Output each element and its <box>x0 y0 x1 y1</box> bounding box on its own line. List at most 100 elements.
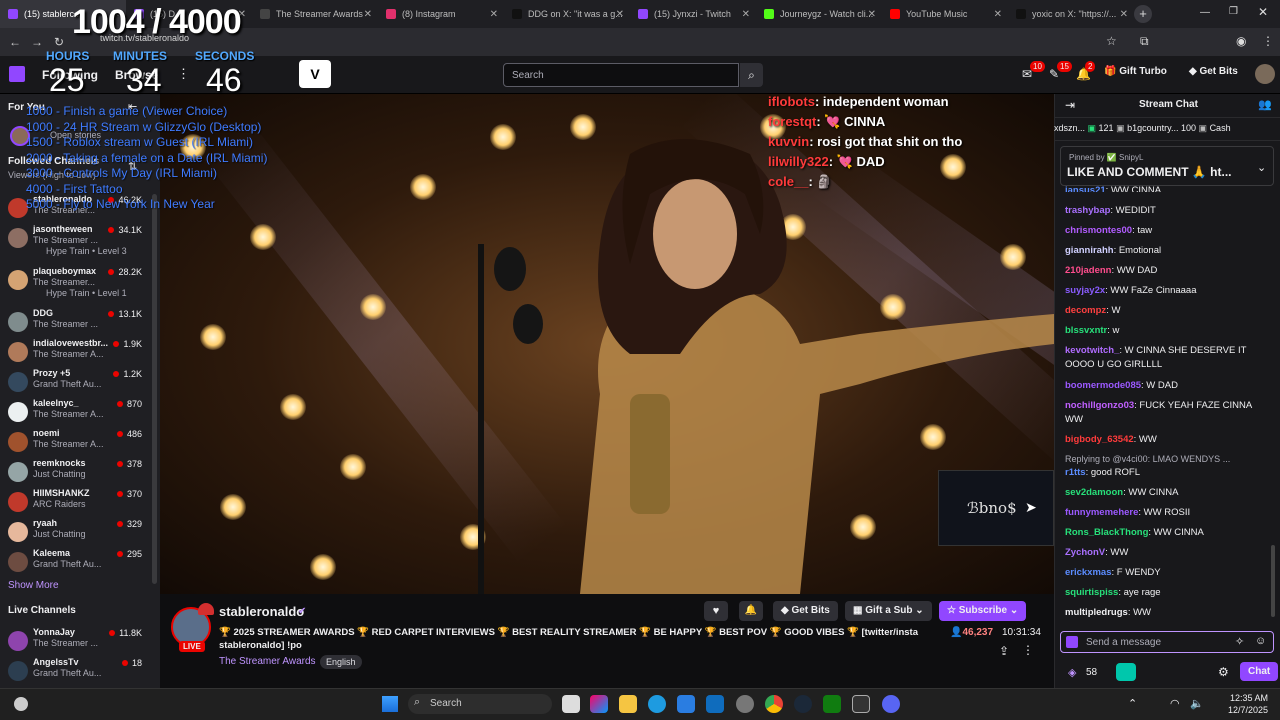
prime-crown-icon[interactable]: V <box>299 60 331 88</box>
browser-tab[interactable]: DDG on X: "it was a g... ✕ <box>504 0 630 28</box>
app-icon[interactable] <box>852 695 870 713</box>
tab-close-icon[interactable]: ✕ <box>364 9 372 20</box>
heart-follow-button[interactable]: ♥ <box>704 601 728 621</box>
taskview-icon[interactable] <box>562 695 580 713</box>
chat-username[interactable]: jansus21 <box>1065 185 1106 192</box>
chat-send-button[interactable]: Chat <box>1240 662 1279 681</box>
category-link[interactable]: The Streamer Awards <box>219 656 316 667</box>
chat-username[interactable]: erickxmas <box>1065 567 1111 578</box>
chrome-icon[interactable] <box>765 695 783 713</box>
taskbar-time[interactable]: 12:35 AM <box>1222 693 1268 703</box>
get-bits-top-button[interactable]: ◆ Get Bits <box>1189 66 1238 77</box>
window-maximize-icon[interactable]: ❐ <box>1229 6 1238 17</box>
chat-message[interactable]: bigbody_63542: WW <box>1065 433 1270 447</box>
chat-username[interactable]: r1tts <box>1065 467 1086 478</box>
file-explorer-icon[interactable] <box>619 695 637 713</box>
chat-input[interactable]: Send a message ✧ ☺ <box>1060 631 1274 653</box>
chat-message[interactable]: jansus21: WW CINNA <box>1065 184 1270 192</box>
search-input[interactable]: Search <box>503 63 739 87</box>
tab-close-icon[interactable]: ✕ <box>742 9 750 20</box>
chat-message[interactable]: decompz: W <box>1065 304 1270 318</box>
chat-message[interactable]: funnymemehere: WW ROSII <box>1065 506 1270 520</box>
chat-message[interactable]: boomermode085: W DAD <box>1065 379 1270 393</box>
sidebar-live-channel[interactable]: AngelssTv Grand Theft Au... 18 <box>0 657 150 687</box>
subscribe-button[interactable]: ☆ Subscribe ⌄ <box>939 601 1027 621</box>
streamer-name[interactable]: stableronaldo <box>219 604 304 619</box>
tab-close-icon[interactable]: ✕ <box>1120 9 1128 20</box>
tray-chevron-icon[interactable]: ⌃ <box>1128 697 1137 710</box>
show-more-link[interactable]: Show More <box>8 580 59 591</box>
outlook-icon[interactable] <box>706 695 724 713</box>
chat-message[interactable]: blssvxntr: w <box>1065 324 1270 338</box>
chat-username[interactable]: bigbody_63542 <box>1065 434 1134 445</box>
sidebar-channel[interactable]: jasontheween The Streamer ... 34.1K Hype Tr… <box>0 224 150 256</box>
chat-message[interactable]: kevotwitch_: W CINNA SHE DESERVE IT OOOO… <box>1065 344 1270 372</box>
chat-username[interactable]: multipledrugs <box>1065 607 1128 618</box>
sidebar-live-channel[interactable]: YonnaJay The Streamer ... 11.8K <box>0 627 150 657</box>
chat-username[interactable]: nochillgonzo03 <box>1065 400 1134 411</box>
leaderboard-entry[interactable]: xdszn... <box>1054 123 1085 133</box>
reload-icon[interactable]: ↻ <box>48 35 70 49</box>
channel-points-icon[interactable]: ◈ <box>1068 666 1076 679</box>
leaderboard-entry[interactable]: 121 <box>1099 123 1114 133</box>
video-player[interactable] <box>160 94 1054 594</box>
terminal-icon[interactable] <box>823 695 841 713</box>
twitch-logo-icon[interactable] <box>9 66 25 82</box>
chat-username[interactable]: boomermode085 <box>1065 380 1141 391</box>
widgets-icon[interactable] <box>14 697 28 711</box>
leaderboard-entry[interactable]: b1gcountry... <box>1127 123 1178 133</box>
browser-tab[interactable]: The Streamer Awards ✕ <box>252 0 378 28</box>
chat-message[interactable]: erickxmas: F WENDY <box>1065 566 1270 580</box>
chat-username[interactable]: decompz <box>1065 305 1106 316</box>
chat-username[interactable]: ZychonV <box>1065 547 1105 558</box>
chat-users-icon[interactable]: 👥 <box>1258 98 1272 111</box>
sidebar-channel[interactable]: HIIMSHANKZ ARC Raiders 370 <box>0 488 150 518</box>
pinned-message[interactable]: Pinned by ✅ SnipyL LIKE AND COMMENT 🙏 ht… <box>1060 146 1274 186</box>
chat-message[interactable]: ZychonV: WW <box>1065 546 1270 560</box>
browser-tab[interactable]: YouTube Music ✕ <box>882 0 1008 28</box>
copilot-icon[interactable] <box>590 695 608 713</box>
bits-cheer-icon[interactable]: ✧ <box>1235 635 1244 648</box>
chat-username[interactable]: squirtispiss <box>1065 587 1118 598</box>
sidebar-channel[interactable]: kaleelnyc_ The Streamer A... 870 <box>0 398 150 428</box>
claim-bonus-button[interactable] <box>1116 663 1136 681</box>
forward-icon[interactable]: → <box>26 35 48 49</box>
chat-message[interactable]: chrismontes00: taw <box>1065 224 1270 238</box>
volume-icon[interactable]: 🔈 <box>1190 697 1204 710</box>
chat-settings-icon[interactable]: ⚙ <box>1218 665 1229 679</box>
chat-username[interactable]: funnymemehere <box>1065 507 1138 518</box>
user-avatar[interactable] <box>1255 64 1275 84</box>
tab-close-icon[interactable]: ✕ <box>490 9 498 20</box>
back-icon[interactable]: ← <box>4 35 26 49</box>
chat-username[interactable]: chrismontes00 <box>1065 225 1132 236</box>
chat-message[interactable]: squirtispiss: aye rage <box>1065 586 1270 600</box>
chat-message[interactable]: multipledrugs: WW <box>1065 606 1270 620</box>
store-icon[interactable] <box>677 695 695 713</box>
taskbar-search[interactable]: ⌕ Search <box>408 694 552 714</box>
sidebar-channel[interactable]: noemi The Streamer A... 486 <box>0 428 150 458</box>
chat-scrollbar[interactable] <box>1271 545 1275 617</box>
sidebar-channel[interactable]: Prozy +5 Grand Theft Au... 1.2K <box>0 368 150 398</box>
steam-icon[interactable] <box>794 695 812 713</box>
window-minimize-icon[interactable]: — <box>1200 7 1210 18</box>
search-icon[interactable]: ⌕ <box>740 63 763 87</box>
chat-username[interactable]: 210jadenn <box>1065 265 1111 276</box>
chat-username[interactable]: kevotwitch_ <box>1065 345 1119 356</box>
notification-bell-button[interactable]: 🔔 <box>739 601 763 621</box>
chat-message[interactable]: suyjay2x: WW FaZe Cinnaaaa <box>1065 284 1270 298</box>
chat-message[interactable]: trashybap: WEDIDIT <box>1065 204 1270 218</box>
start-icon[interactable] <box>382 696 398 712</box>
gift-sub-button[interactable]: ▦ Gift a Sub ⌄ <box>845 601 932 621</box>
sidebar-channel[interactable]: reemknocks Just Chatting 378 <box>0 458 150 488</box>
chat-username[interactable]: giannirahh <box>1065 245 1114 256</box>
wifi-icon[interactable]: ◠ <box>1170 697 1180 710</box>
sidebar-channel[interactable]: plaqueboymax The Streamer... 28.2K Hype Tra… <box>0 266 150 298</box>
chat-message[interactable]: sev2damoon: WW CINNA <box>1065 486 1270 500</box>
chat-username[interactable]: trashybap <box>1065 205 1110 216</box>
new-tab-button[interactable]: + <box>1134 5 1152 23</box>
chat-badge-icon[interactable] <box>1066 636 1078 648</box>
chat-message[interactable]: 210jadenn: WW DAD <box>1065 264 1270 278</box>
discord-icon[interactable] <box>882 695 900 713</box>
sidebar-scrollbar[interactable] <box>152 194 157 584</box>
gift-turbo-button[interactable]: 🎁 Gift Turbo <box>1104 66 1167 77</box>
